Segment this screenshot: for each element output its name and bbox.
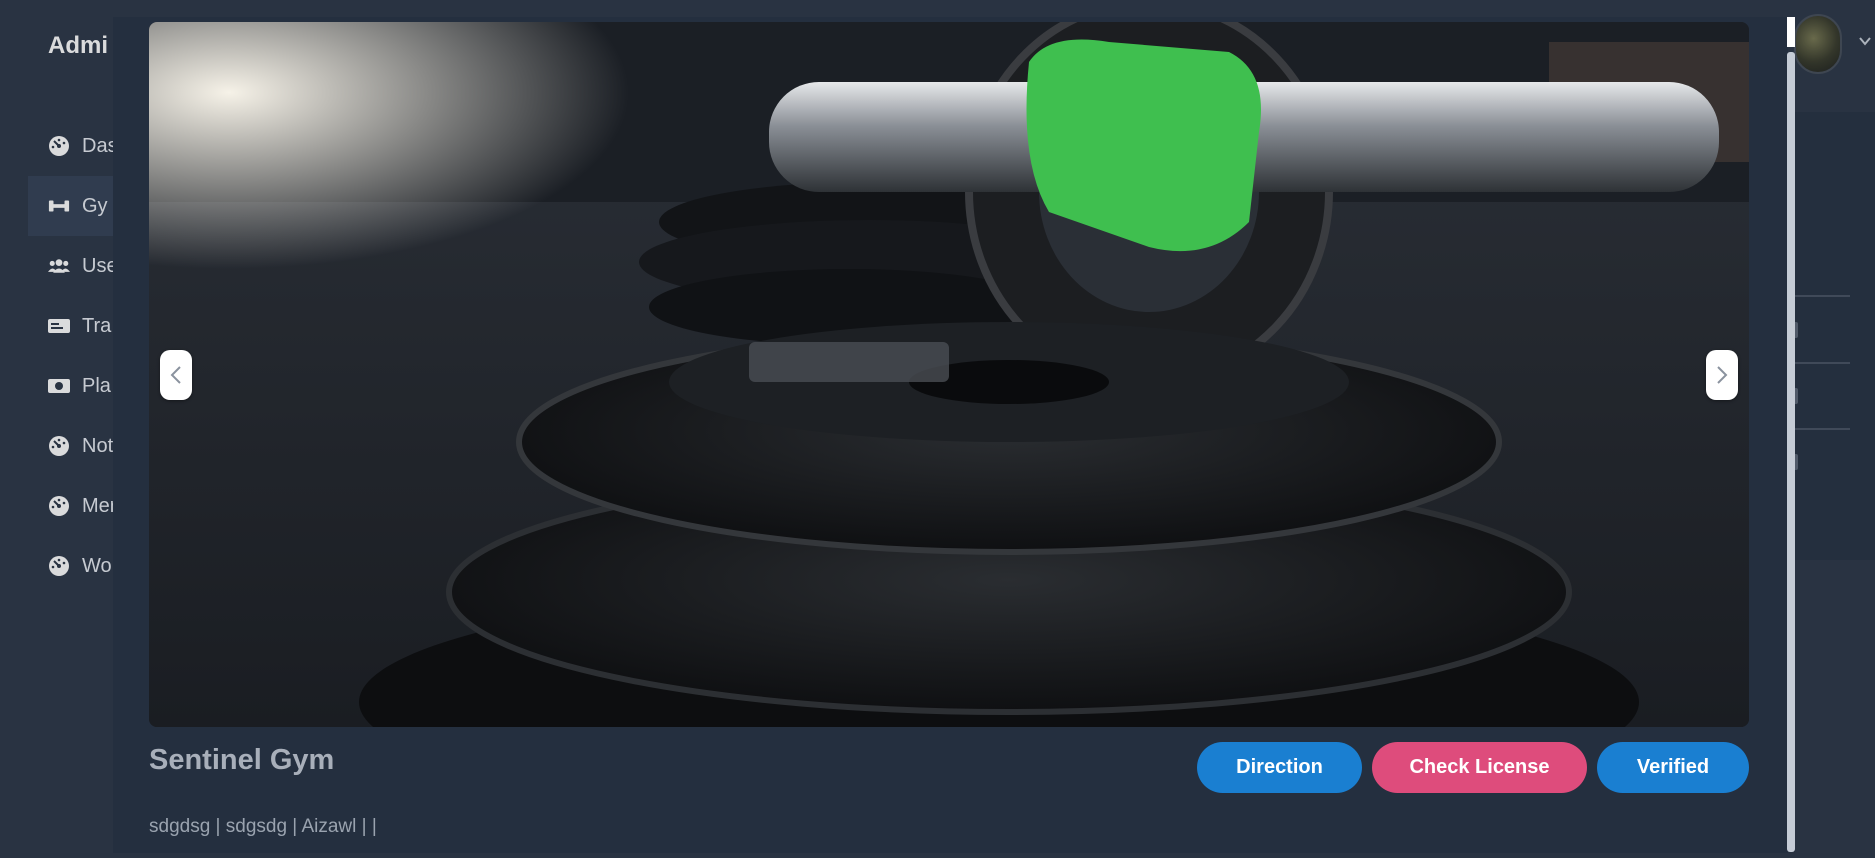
chevron-left-icon — [170, 366, 181, 384]
verified-button[interactable]: Verified — [1597, 742, 1749, 793]
chevron-right-icon — [1717, 366, 1728, 384]
carousel-next-button[interactable] — [1706, 350, 1738, 400]
gym-name-title: Sentinel Gym — [149, 744, 335, 776]
scrollbar-track-top — [1787, 17, 1795, 47]
modal-scrollbar[interactable] — [1787, 52, 1795, 852]
image-carousel — [149, 22, 1749, 727]
gym-address: sdgdsg | sdgsdg | Aizawl | | — [149, 816, 377, 837]
check-license-button[interactable]: Check License — [1372, 742, 1587, 793]
direction-button[interactable]: Direction — [1197, 742, 1362, 793]
carousel-prev-button[interactable] — [160, 350, 192, 400]
gym-photo — [149, 22, 1749, 727]
